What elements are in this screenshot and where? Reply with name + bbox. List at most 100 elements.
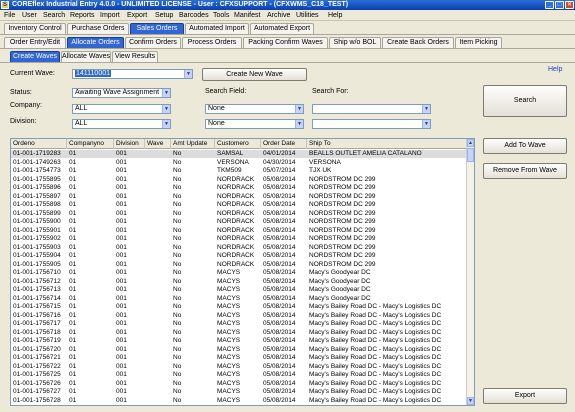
search-for-select-1[interactable]: ▼ bbox=[312, 104, 431, 114]
chevron-down-icon[interactable]: ▼ bbox=[422, 120, 430, 128]
search-field-select-1[interactable]: None ▼ bbox=[205, 104, 304, 114]
tab-create-back-orders[interactable]: Create Back Orders bbox=[382, 37, 454, 48]
table-row[interactable]: 01-001-1756720 01 001 No MACYS 05/08/2014 Macy… bbox=[11, 346, 468, 354]
table-row[interactable]: 01-001-1755897 01 001 No NORDRACK 05/08/2014 N… bbox=[11, 193, 468, 201]
menu-help[interactable]: Help bbox=[328, 11, 342, 20]
table-row[interactable]: 01-001-1755900 01 001 No NORDRACK 05/08/2014 N… bbox=[11, 218, 468, 226]
column-header-order-date[interactable]: Order Date bbox=[261, 139, 307, 149]
search-for-select-2[interactable]: ▼ bbox=[312, 119, 431, 129]
menu-reports[interactable]: Reports bbox=[70, 11, 95, 20]
table-row[interactable]: 01-001-1756728 01 001 No MACYS 05/08/2014 Macy… bbox=[11, 397, 468, 405]
chevron-down-icon[interactable]: ▼ bbox=[184, 70, 192, 78]
column-header-division[interactable]: Division bbox=[114, 139, 145, 149]
table-row[interactable]: 01-001-1756725 01 001 No MACYS 05/08/2014 Macy… bbox=[11, 371, 468, 379]
orders-table[interactable]: Ordeno Companyno Division Wave Amt Updat… bbox=[10, 138, 475, 406]
table-row[interactable]: 01-001-1756717 01 001 No MACYS 05/08/2014 Macy… bbox=[11, 320, 468, 328]
tab-purchase-orders[interactable]: Purchase Orders bbox=[67, 23, 129, 34]
table-row[interactable]: 01-001-1756727 01 001 No MACYS 05/08/2014 Macy… bbox=[11, 388, 468, 396]
chevron-down-icon[interactable]: ▼ bbox=[422, 105, 430, 113]
current-wave-select[interactable]: 141110001 ▼ bbox=[72, 69, 193, 79]
tab-process-orders[interactable]: Process Orders bbox=[182, 37, 242, 48]
vertical-scrollbar[interactable]: ▲ ▼ bbox=[466, 139, 474, 405]
menu-file[interactable]: File bbox=[4, 11, 15, 20]
column-header-customero[interactable]: Customero bbox=[215, 139, 261, 149]
add-to-wave-button[interactable]: Add To Wave bbox=[483, 138, 567, 154]
tab-automated-import[interactable]: Automated Import bbox=[185, 23, 249, 34]
tab-item-picking[interactable]: Item Picking bbox=[455, 37, 502, 48]
search-field-select-2[interactable]: None ▼ bbox=[205, 119, 304, 129]
chevron-down-icon[interactable]: ▼ bbox=[162, 89, 170, 97]
scroll-down-icon[interactable]: ▼ bbox=[467, 397, 474, 405]
tab-create-waves[interactable]: Create Waves bbox=[10, 51, 60, 62]
status-select[interactable]: Awaiting Wave Assignment ▼ bbox=[72, 88, 171, 98]
maximize-button[interactable]: □ bbox=[555, 1, 564, 9]
menu-setup[interactable]: Setup bbox=[155, 11, 173, 20]
tab-order-entry-edit[interactable]: Order Entry/Edit bbox=[4, 37, 66, 48]
table-row[interactable]: 01-001-1755904 01 001 No NORDRACK 05/08/2014 N… bbox=[11, 252, 468, 260]
tab-sales-orders[interactable]: Sales Orders bbox=[130, 23, 184, 34]
table-row[interactable]: 01-001-1756715 01 001 No MACYS 05/08/2014 Macy… bbox=[11, 303, 468, 311]
table-cell: 04/30/2014 bbox=[263, 158, 296, 166]
table-row[interactable]: 01-001-1755905 01 001 No NORDRACK 05/08/2014 N… bbox=[11, 261, 468, 269]
table-row[interactable]: 01-001-1755901 01 001 No NORDRACK 05/08/2014 N… bbox=[11, 227, 468, 235]
remove-from-wave-button[interactable]: Remove From Wave bbox=[483, 163, 567, 179]
chevron-down-icon[interactable]: ▼ bbox=[162, 120, 170, 128]
tab-view-results[interactable]: View Results bbox=[112, 51, 158, 62]
table-row[interactable]: 01-001-1754773 01 001 No TKM509 05/07/2014 TJX… bbox=[11, 167, 468, 175]
table-row[interactable]: 01-001-1756719 01 001 No MACYS 05/08/2014 Macy… bbox=[11, 337, 468, 345]
chevron-down-icon[interactable]: ▼ bbox=[295, 120, 303, 128]
column-header-ship-to[interactable]: Ship To bbox=[307, 139, 468, 149]
menu-utilities[interactable]: Utilities bbox=[296, 11, 319, 20]
column-header-wave[interactable]: Wave bbox=[145, 139, 171, 149]
tab-confirm-orders[interactable]: Confirm Orders bbox=[125, 37, 181, 48]
table-row[interactable]: 01-001-1756722 01 001 No MACYS 05/08/2014 Macy… bbox=[11, 363, 468, 371]
menu-user[interactable]: User bbox=[22, 11, 37, 20]
menu-search[interactable]: Search bbox=[43, 11, 65, 20]
tab-packing-confirm-waves[interactable]: Packing Confirm Waves bbox=[243, 37, 328, 48]
table-row[interactable]: 01-001-1756716 01 001 No MACYS 05/08/2014 Macy… bbox=[11, 312, 468, 320]
chevron-down-icon[interactable]: ▼ bbox=[162, 105, 170, 113]
menu-import[interactable]: Import bbox=[100, 11, 120, 20]
table-row[interactable]: 01-001-1719283 01 001 No SAMSAL 04/01/2014 BEA… bbox=[11, 150, 468, 158]
division-select[interactable]: ALL ▼ bbox=[72, 119, 171, 129]
table-row[interactable]: 01-001-1756710 01 001 No MACYS 05/08/2014 Macy… bbox=[11, 269, 468, 277]
column-header-amt-update[interactable]: Amt Update bbox=[171, 139, 215, 149]
table-row[interactable]: 01-001-1749263 01 001 No VERSONA 04/30/2014 VE… bbox=[11, 159, 468, 167]
close-button[interactable]: × bbox=[565, 1, 574, 9]
menu-archive[interactable]: Archive bbox=[267, 11, 290, 20]
table-cell: TKM509 bbox=[217, 167, 242, 174]
menu-barcodes[interactable]: Barcodes bbox=[179, 11, 209, 20]
table-row[interactable]: 01-001-1755899 01 001 No NORDRACK 05/08/2014 N… bbox=[11, 210, 468, 218]
company-select[interactable]: ALL ▼ bbox=[72, 104, 171, 114]
column-header-ordeno[interactable]: Ordeno bbox=[11, 139, 67, 149]
table-row[interactable]: 01-001-1755898 01 001 No NORDRACK 05/08/2014 N… bbox=[11, 201, 468, 209]
table-row[interactable]: 01-001-1755895 01 001 No NORDRACK 05/08/2014 N… bbox=[11, 176, 468, 184]
help-link[interactable]: Help bbox=[548, 66, 562, 73]
table-row[interactable]: 01-001-1756718 01 001 No MACYS 05/08/2014 Macy… bbox=[11, 329, 468, 337]
table-row[interactable]: 01-001-1756726 01 001 No MACYS 05/08/2014 Macy… bbox=[11, 380, 468, 388]
table-row[interactable]: 01-001-1755902 01 001 No NORDRACK 05/08/2014 N… bbox=[11, 235, 468, 243]
table-row[interactable]: 01-001-1756713 01 001 No MACYS 05/08/2014 Macy… bbox=[11, 286, 468, 294]
scroll-up-icon[interactable]: ▲ bbox=[467, 139, 474, 147]
export-button[interactable]: Export bbox=[483, 388, 567, 404]
create-new-wave-button[interactable]: Create New Wave bbox=[202, 68, 307, 81]
menu-export[interactable]: Export bbox=[127, 11, 147, 20]
chevron-down-icon[interactable]: ▼ bbox=[295, 105, 303, 113]
tab-allocate-waves[interactable]: Allocate Waves bbox=[61, 51, 111, 62]
menu-manifest[interactable]: Manifest bbox=[234, 11, 260, 20]
scroll-thumb[interactable] bbox=[467, 148, 474, 162]
tab-automated-export[interactable]: Automated Export bbox=[250, 23, 314, 34]
tab-allocate-orders[interactable]: Allocate Orders bbox=[67, 37, 124, 48]
tab-ship-wo-bol[interactable]: Ship w/o BOL bbox=[329, 37, 381, 48]
column-header-companyno[interactable]: Companyno bbox=[67, 139, 114, 149]
table-cell: 05/08/2014 bbox=[263, 201, 296, 208]
menu-tools[interactable]: Tools bbox=[213, 11, 229, 20]
tab-inventory-control[interactable]: Inventory Control bbox=[4, 23, 66, 34]
table-row[interactable]: 01-001-1756712 01 001 No MACYS 05/08/2014 Macy… bbox=[11, 278, 468, 286]
table-row[interactable]: 01-001-1755896 01 001 No NORDRACK 05/08/2014 N… bbox=[11, 184, 468, 192]
table-row[interactable]: 01-001-1756721 01 001 No MACYS 05/08/2014 Macy… bbox=[11, 354, 468, 362]
search-button[interactable]: Search bbox=[483, 85, 567, 117]
table-row[interactable]: 01-001-1755903 01 001 No NORDRACK 05/08/2014 N… bbox=[11, 244, 468, 252]
minimize-button[interactable]: _ bbox=[545, 1, 554, 9]
table-row[interactable]: 01-001-1756714 01 001 No MACYS 05/08/2014 Macy… bbox=[11, 295, 468, 303]
